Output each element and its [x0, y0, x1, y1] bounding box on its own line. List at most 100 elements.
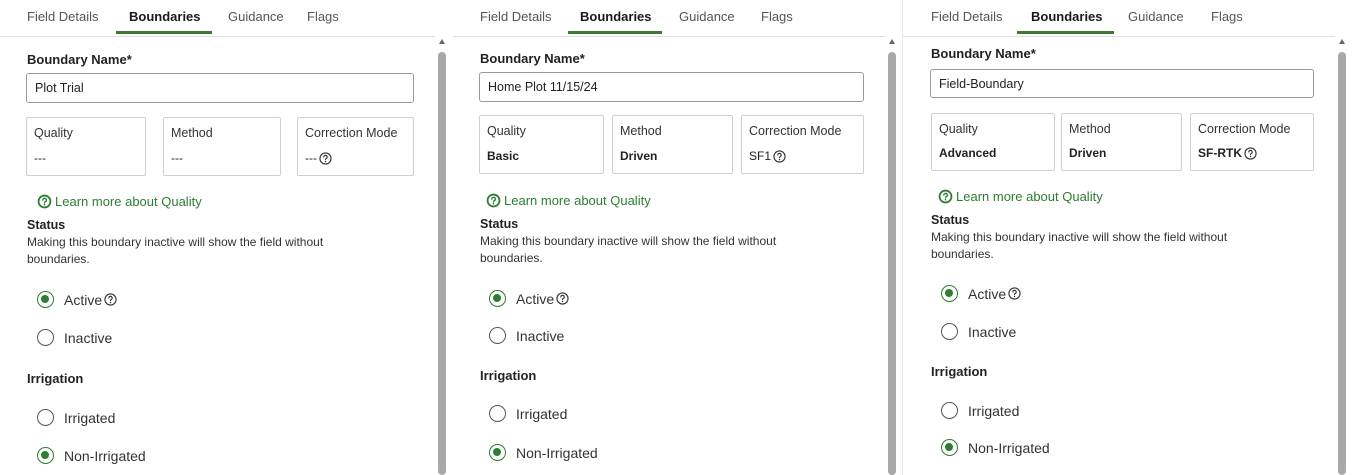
tab-bar: Field Details Boundaries Guidance Flags	[903, 0, 1352, 37]
non-irrigated-radio[interactable]: Non-Irrigated	[941, 439, 1050, 456]
active-tab-indicator	[1017, 31, 1114, 34]
scroll-up-arrow-icon[interactable]	[1339, 39, 1345, 44]
correction-mode-label: Correction Mode	[749, 124, 842, 138]
correction-mode-value-wrap: SF1	[749, 149, 786, 163]
help-icon[interactable]	[319, 151, 332, 165]
vertical-scrollbar[interactable]	[886, 36, 898, 475]
learn-more-text: Learn more about Quality	[504, 193, 651, 208]
status-description: Making this boundary inactive will show …	[27, 235, 324, 266]
status-active-radio[interactable]: Active	[489, 290, 569, 307]
boundary-name-input[interactable]	[479, 72, 864, 102]
scroll-thumb[interactable]	[438, 52, 446, 475]
tab-guidance[interactable]: Guidance	[679, 9, 735, 24]
irrigated-label: Irrigated	[968, 402, 1020, 419]
help-icon[interactable]	[556, 292, 569, 305]
radio-checked-icon	[37, 291, 54, 308]
status-inactive-radio[interactable]: Inactive	[37, 329, 112, 346]
radio-checked-icon	[941, 439, 958, 456]
tab-bar: Field Details Boundaries Guidance Flags	[453, 0, 901, 37]
learn-more-quality-link[interactable]: Learn more about Quality	[37, 194, 202, 209]
tab-field-details[interactable]: Field Details	[27, 9, 99, 24]
active-label: Active	[516, 290, 555, 307]
status-description: Making this boundary inactive will show …	[480, 234, 777, 265]
quality-value: ---	[34, 151, 46, 165]
tab-field-details[interactable]: Field Details	[931, 9, 1003, 24]
irrigated-radio[interactable]: Irrigated	[941, 402, 1019, 419]
tab-boundaries[interactable]: Boundaries	[580, 9, 652, 24]
irrigated-radio[interactable]: Irrigated	[37, 409, 115, 426]
status-title: Status	[27, 218, 66, 232]
non-irrigated-label: Non-Irrigated	[64, 447, 146, 464]
irrigation-title: Irrigation	[931, 364, 988, 379]
status-inactive-radio[interactable]: Inactive	[489, 327, 564, 344]
correction-mode-box: Correction Mode ---	[297, 117, 414, 176]
quality-box: Quality Advanced	[931, 113, 1055, 171]
status-inactive-radio[interactable]: Inactive	[941, 323, 1016, 340]
learn-more-text: Learn more about Quality	[956, 189, 1103, 204]
help-icon[interactable]	[1008, 287, 1021, 300]
help-icon[interactable]	[104, 293, 117, 306]
radio-unchecked-icon	[37, 409, 54, 426]
quality-box: Quality Basic	[479, 115, 604, 174]
correction-mode-box: Correction Mode SF-RTK	[1190, 113, 1314, 171]
tab-flags[interactable]: Flags	[761, 9, 793, 24]
status-title: Status	[480, 217, 519, 231]
radio-unchecked-icon	[489, 327, 506, 344]
learn-more-quality-link[interactable]: Learn more about Quality	[486, 193, 651, 208]
tab-divider	[0, 36, 435, 37]
tab-guidance[interactable]: Guidance	[1128, 9, 1184, 24]
irrigated-label: Irrigated	[64, 409, 116, 426]
scroll-up-arrow-icon[interactable]	[889, 39, 895, 44]
tab-boundaries[interactable]: Boundaries	[1031, 9, 1103, 24]
radio-unchecked-icon	[941, 402, 958, 419]
tab-field-details[interactable]: Field Details	[480, 9, 552, 24]
correction-mode-label: Correction Mode	[305, 126, 398, 140]
correction-mode-value-wrap: ---	[305, 151, 332, 165]
radio-unchecked-icon	[37, 329, 54, 346]
tab-flags[interactable]: Flags	[1211, 9, 1243, 24]
irrigation-title: Irrigation	[27, 371, 84, 386]
tab-bar: Field Details Boundaries Guidance Flags	[0, 0, 452, 37]
help-icon[interactable]	[773, 149, 786, 163]
irrigated-radio[interactable]: Irrigated	[489, 405, 567, 422]
question-circle-filled-icon	[938, 189, 953, 204]
inactive-label: Inactive	[968, 323, 1017, 340]
scroll-up-arrow-icon[interactable]	[439, 39, 445, 44]
learn-more-text: Learn more about Quality	[55, 194, 202, 209]
boundary-name-label: Boundary Name*	[27, 52, 132, 67]
status-active-radio[interactable]: Active	[37, 291, 117, 308]
non-irrigated-label: Non-Irrigated	[968, 439, 1050, 456]
correction-mode-value: ---	[305, 151, 317, 165]
tab-guidance[interactable]: Guidance	[228, 9, 284, 24]
non-irrigated-radio[interactable]: Non-Irrigated	[37, 447, 146, 464]
radio-checked-icon	[941, 285, 958, 302]
question-circle-filled-icon	[486, 193, 501, 208]
tab-divider	[903, 36, 1335, 37]
help-icon[interactable]	[1244, 146, 1257, 160]
boundary-name-label: Boundary Name*	[480, 51, 585, 66]
active-label: Active	[968, 285, 1007, 302]
vertical-scrollbar[interactable]	[436, 36, 448, 475]
status-active-radio[interactable]: Active	[941, 285, 1021, 302]
irrigation-title: Irrigation	[480, 368, 537, 383]
boundary-panel-2: Field Details Boundaries Guidance Flags …	[453, 0, 901, 475]
non-irrigated-label: Non-Irrigated	[516, 444, 598, 461]
scroll-thumb[interactable]	[1338, 52, 1346, 475]
active-tab-indicator	[116, 31, 212, 34]
boundary-name-input[interactable]	[26, 73, 414, 103]
correction-mode-value-wrap: SF-RTK	[1198, 146, 1257, 160]
tab-flags[interactable]: Flags	[307, 9, 339, 24]
boundary-name-input[interactable]	[930, 69, 1314, 98]
scroll-thumb[interactable]	[888, 52, 896, 475]
method-value: Driven	[620, 149, 658, 163]
tab-boundaries[interactable]: Boundaries	[129, 9, 201, 24]
learn-more-quality-link[interactable]: Learn more about Quality	[938, 189, 1103, 204]
vertical-scrollbar[interactable]	[1336, 36, 1348, 475]
non-irrigated-radio[interactable]: Non-Irrigated	[489, 444, 598, 461]
radio-checked-icon	[489, 290, 506, 307]
boundary-panel-1: Field Details Boundaries Guidance Flags …	[0, 0, 452, 475]
inactive-label: Inactive	[516, 327, 565, 344]
radio-checked-icon	[37, 447, 54, 464]
quality-label: Quality	[487, 124, 526, 138]
status-title: Status	[931, 213, 970, 227]
